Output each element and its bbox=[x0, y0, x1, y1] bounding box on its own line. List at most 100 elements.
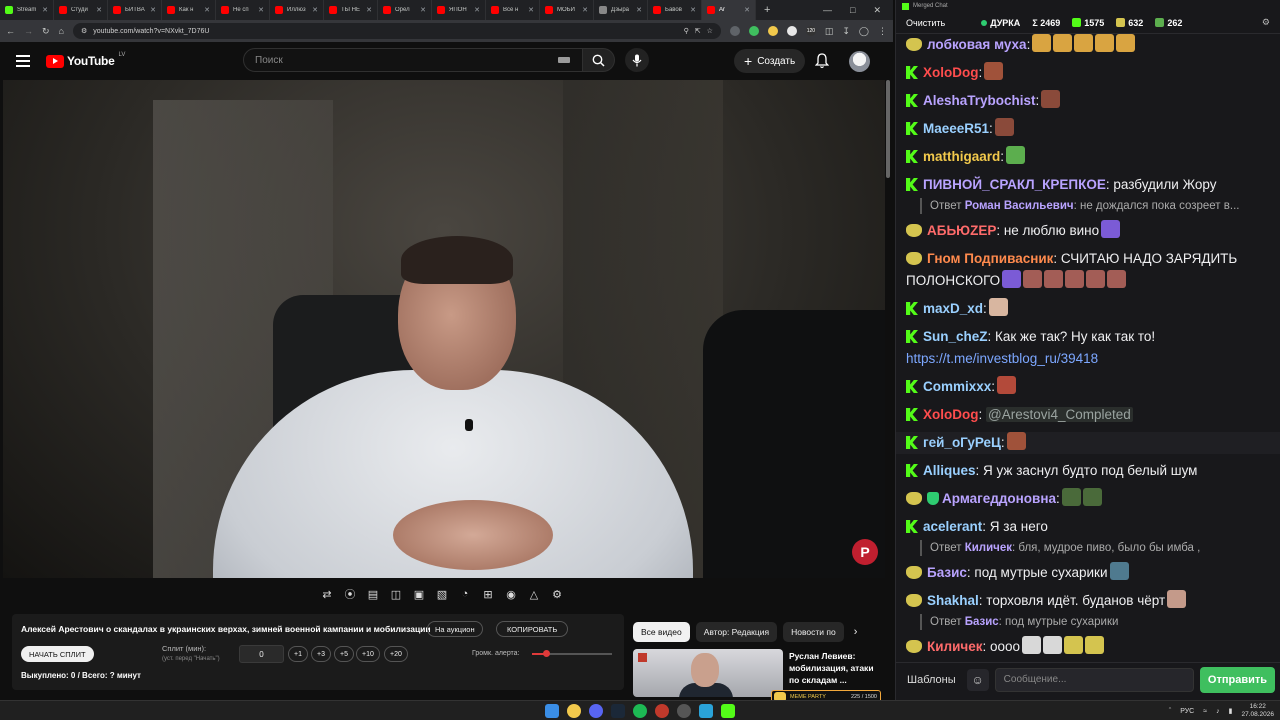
browser-tab[interactable]: Stream ✕ bbox=[0, 0, 54, 20]
chrome-icon[interactable] bbox=[567, 704, 581, 718]
share-icon[interactable]: ⇱ bbox=[695, 27, 701, 35]
browser-tab[interactable]: БИТВА ✕ bbox=[108, 0, 162, 20]
telegram-icon[interactable] bbox=[699, 704, 713, 718]
increment-button[interactable]: +5 bbox=[334, 646, 354, 662]
language-indicator[interactable]: РУС bbox=[1180, 708, 1194, 715]
increment-button[interactable]: +20 bbox=[384, 646, 408, 662]
battery-icon[interactable]: ▮ bbox=[1229, 707, 1233, 715]
subtitles-settings-icon[interactable]: ▤ bbox=[364, 585, 382, 603]
new-tab-button[interactable]: + bbox=[756, 4, 778, 16]
download-icon[interactable]: ↧ bbox=[842, 26, 850, 37]
chat-username[interactable]: Базис bbox=[927, 565, 967, 580]
bookmark-star-icon[interactable]: ☆ bbox=[707, 27, 713, 35]
chat-username[interactable]: maxD_xd bbox=[923, 301, 983, 316]
start-windows-icon[interactable] bbox=[545, 704, 559, 718]
zoom-icon[interactable]: ⚲ bbox=[684, 27, 689, 35]
tab-close-icon[interactable]: ✕ bbox=[42, 6, 48, 14]
steam-icon[interactable] bbox=[611, 704, 625, 718]
search-button[interactable] bbox=[583, 48, 615, 72]
templates-button[interactable]: Шаблоны bbox=[902, 674, 961, 686]
extension-icon[interactable] bbox=[767, 26, 778, 36]
user-avatar[interactable] bbox=[849, 51, 870, 72]
browser-tab[interactable]: ЯПОН ✕ bbox=[432, 0, 486, 20]
tab-close-icon[interactable]: ✕ bbox=[312, 6, 318, 14]
puzzle-icon[interactable]: ◫ bbox=[825, 26, 834, 37]
chat-username[interactable]: Shakhal bbox=[927, 593, 979, 608]
alert-volume-slider[interactable] bbox=[532, 650, 612, 657]
reply-username[interactable]: Киличек bbox=[965, 542, 1012, 554]
video-player[interactable]: P bbox=[3, 80, 885, 578]
chat-username[interactable]: Commixxx bbox=[923, 379, 991, 394]
to-auction-button[interactable]: На аукцион bbox=[427, 621, 483, 637]
browser-tab[interactable]: Не сп ✕ bbox=[216, 0, 270, 20]
browser-tab[interactable]: ТЫ НЕ ✕ bbox=[324, 0, 378, 20]
browser-tab[interactable]: Все н ✕ bbox=[486, 0, 540, 20]
wifi-icon[interactable]: ≈ bbox=[1203, 708, 1207, 715]
volume-knob[interactable] bbox=[543, 650, 551, 657]
picture-in-picture-icon[interactable]: ▣ bbox=[410, 585, 428, 603]
chat-username[interactable]: XoloDog bbox=[923, 407, 979, 422]
menu-dots-icon[interactable]: ⋮ bbox=[878, 26, 887, 37]
keyboard-icon[interactable] bbox=[558, 57, 570, 63]
broadcast-icon[interactable]: ⦿ bbox=[341, 585, 359, 603]
clock[interactable]: 16:22 27.08.2026 bbox=[1241, 703, 1274, 719]
url-field[interactable]: ⚙ youtube.com/watch?v=NXvkt_7D76U ⚲ ⇱ ☆ bbox=[72, 23, 721, 39]
add-frame-icon[interactable]: ⊞ bbox=[479, 585, 497, 603]
copy-button[interactable]: КОПИРОВАТЬ bbox=[496, 621, 569, 637]
split-minutes-input[interactable] bbox=[239, 645, 284, 663]
tab-close-icon[interactable]: ✕ bbox=[366, 6, 372, 14]
maximize-icon[interactable]: □ bbox=[850, 5, 855, 16]
settings-gear-icon[interactable]: ⚙ bbox=[548, 585, 566, 603]
start-split-button[interactable]: НАЧАТЬ СПЛИТ bbox=[21, 646, 94, 662]
loop-icon[interactable]: ⇄ bbox=[318, 585, 336, 603]
flask-icon[interactable]: △ bbox=[525, 585, 543, 603]
filter-chip[interactable]: Все видео bbox=[633, 622, 690, 642]
site-info-icon[interactable]: ⚙ bbox=[81, 27, 87, 35]
back-icon[interactable]: ← bbox=[6, 26, 15, 36]
browser-tab[interactable]: Иллюз ✕ bbox=[270, 0, 324, 20]
filter-chip[interactable]: Автор: Редакция bbox=[695, 622, 778, 642]
volume-icon[interactable]: ♪ bbox=[1216, 708, 1220, 715]
chat-username[interactable]: MaeeeR51 bbox=[923, 121, 989, 136]
hamburger-menu-icon[interactable] bbox=[16, 55, 30, 67]
voice-search-button[interactable] bbox=[625, 48, 649, 72]
browser-tab[interactable]: Бавов ✕ bbox=[648, 0, 702, 20]
tab-close-icon[interactable]: ✕ bbox=[690, 6, 696, 14]
youtube-logo[interactable]: YouTube LV bbox=[46, 52, 125, 68]
chat-message-list[interactable]: лобковая муха: XoloDog: AleshaTrybochist: M… bbox=[896, 34, 1280, 656]
discord-icon[interactable] bbox=[589, 704, 603, 718]
screenshot-camera-icon[interactable]: ◉ bbox=[502, 585, 520, 603]
chat-link[interactable]: https://t.me/investblog_ru/39418 bbox=[906, 351, 1098, 366]
reload-icon[interactable]: ↻ bbox=[42, 26, 50, 37]
chat-username[interactable]: гей_оГуРеЦ bbox=[923, 435, 1001, 450]
tab-close-icon[interactable]: ✕ bbox=[474, 6, 480, 14]
speed-gauge-icon[interactable]: ◔ bbox=[456, 585, 474, 603]
emoji-picker-icon[interactable]: ☺ bbox=[966, 668, 989, 691]
tab-close-icon[interactable]: ✕ bbox=[582, 6, 588, 14]
extension-icon[interactable] bbox=[729, 26, 740, 36]
home-icon[interactable]: ⌂ bbox=[59, 26, 64, 36]
kick-icon[interactable] bbox=[721, 704, 735, 718]
profile-icon[interactable]: ◯ bbox=[859, 26, 869, 37]
tab-close-icon[interactable]: ✕ bbox=[204, 6, 210, 14]
clear-chat-button[interactable]: Очистить bbox=[906, 18, 945, 28]
reply-username[interactable]: Базис bbox=[965, 616, 999, 628]
browser-tab[interactable]: Орел ✕ bbox=[378, 0, 432, 20]
chat-username[interactable]: ПИВНОЙ_СРАКЛ_КРЕПКОЕ bbox=[923, 177, 1106, 192]
app-icon[interactable] bbox=[655, 704, 669, 718]
browser-tab[interactable]: Студи ✕ bbox=[54, 0, 108, 20]
chat-username[interactable]: Армагеддоновна bbox=[942, 491, 1056, 506]
send-button[interactable]: Отправить bbox=[1199, 666, 1275, 693]
browser-tab[interactable]: МОБИ ✕ bbox=[540, 0, 594, 20]
theater-mode-icon[interactable]: ▧ bbox=[433, 585, 451, 603]
reply-username[interactable]: Роман Васильевич bbox=[965, 200, 1074, 212]
search-input[interactable] bbox=[243, 48, 583, 72]
recommended-video-thumbnail[interactable] bbox=[633, 649, 783, 697]
minimize-icon[interactable]: — bbox=[823, 5, 832, 16]
increment-button[interactable]: +1 bbox=[288, 646, 308, 662]
chat-username[interactable]: XoloDog bbox=[923, 65, 979, 80]
tab-close-icon[interactable]: ✕ bbox=[636, 6, 642, 14]
chat-username[interactable]: Sun_cheZ bbox=[923, 329, 988, 344]
chat-settings-gear-icon[interactable]: ⚙ bbox=[1262, 17, 1270, 28]
extension-icon[interactable] bbox=[786, 26, 797, 36]
